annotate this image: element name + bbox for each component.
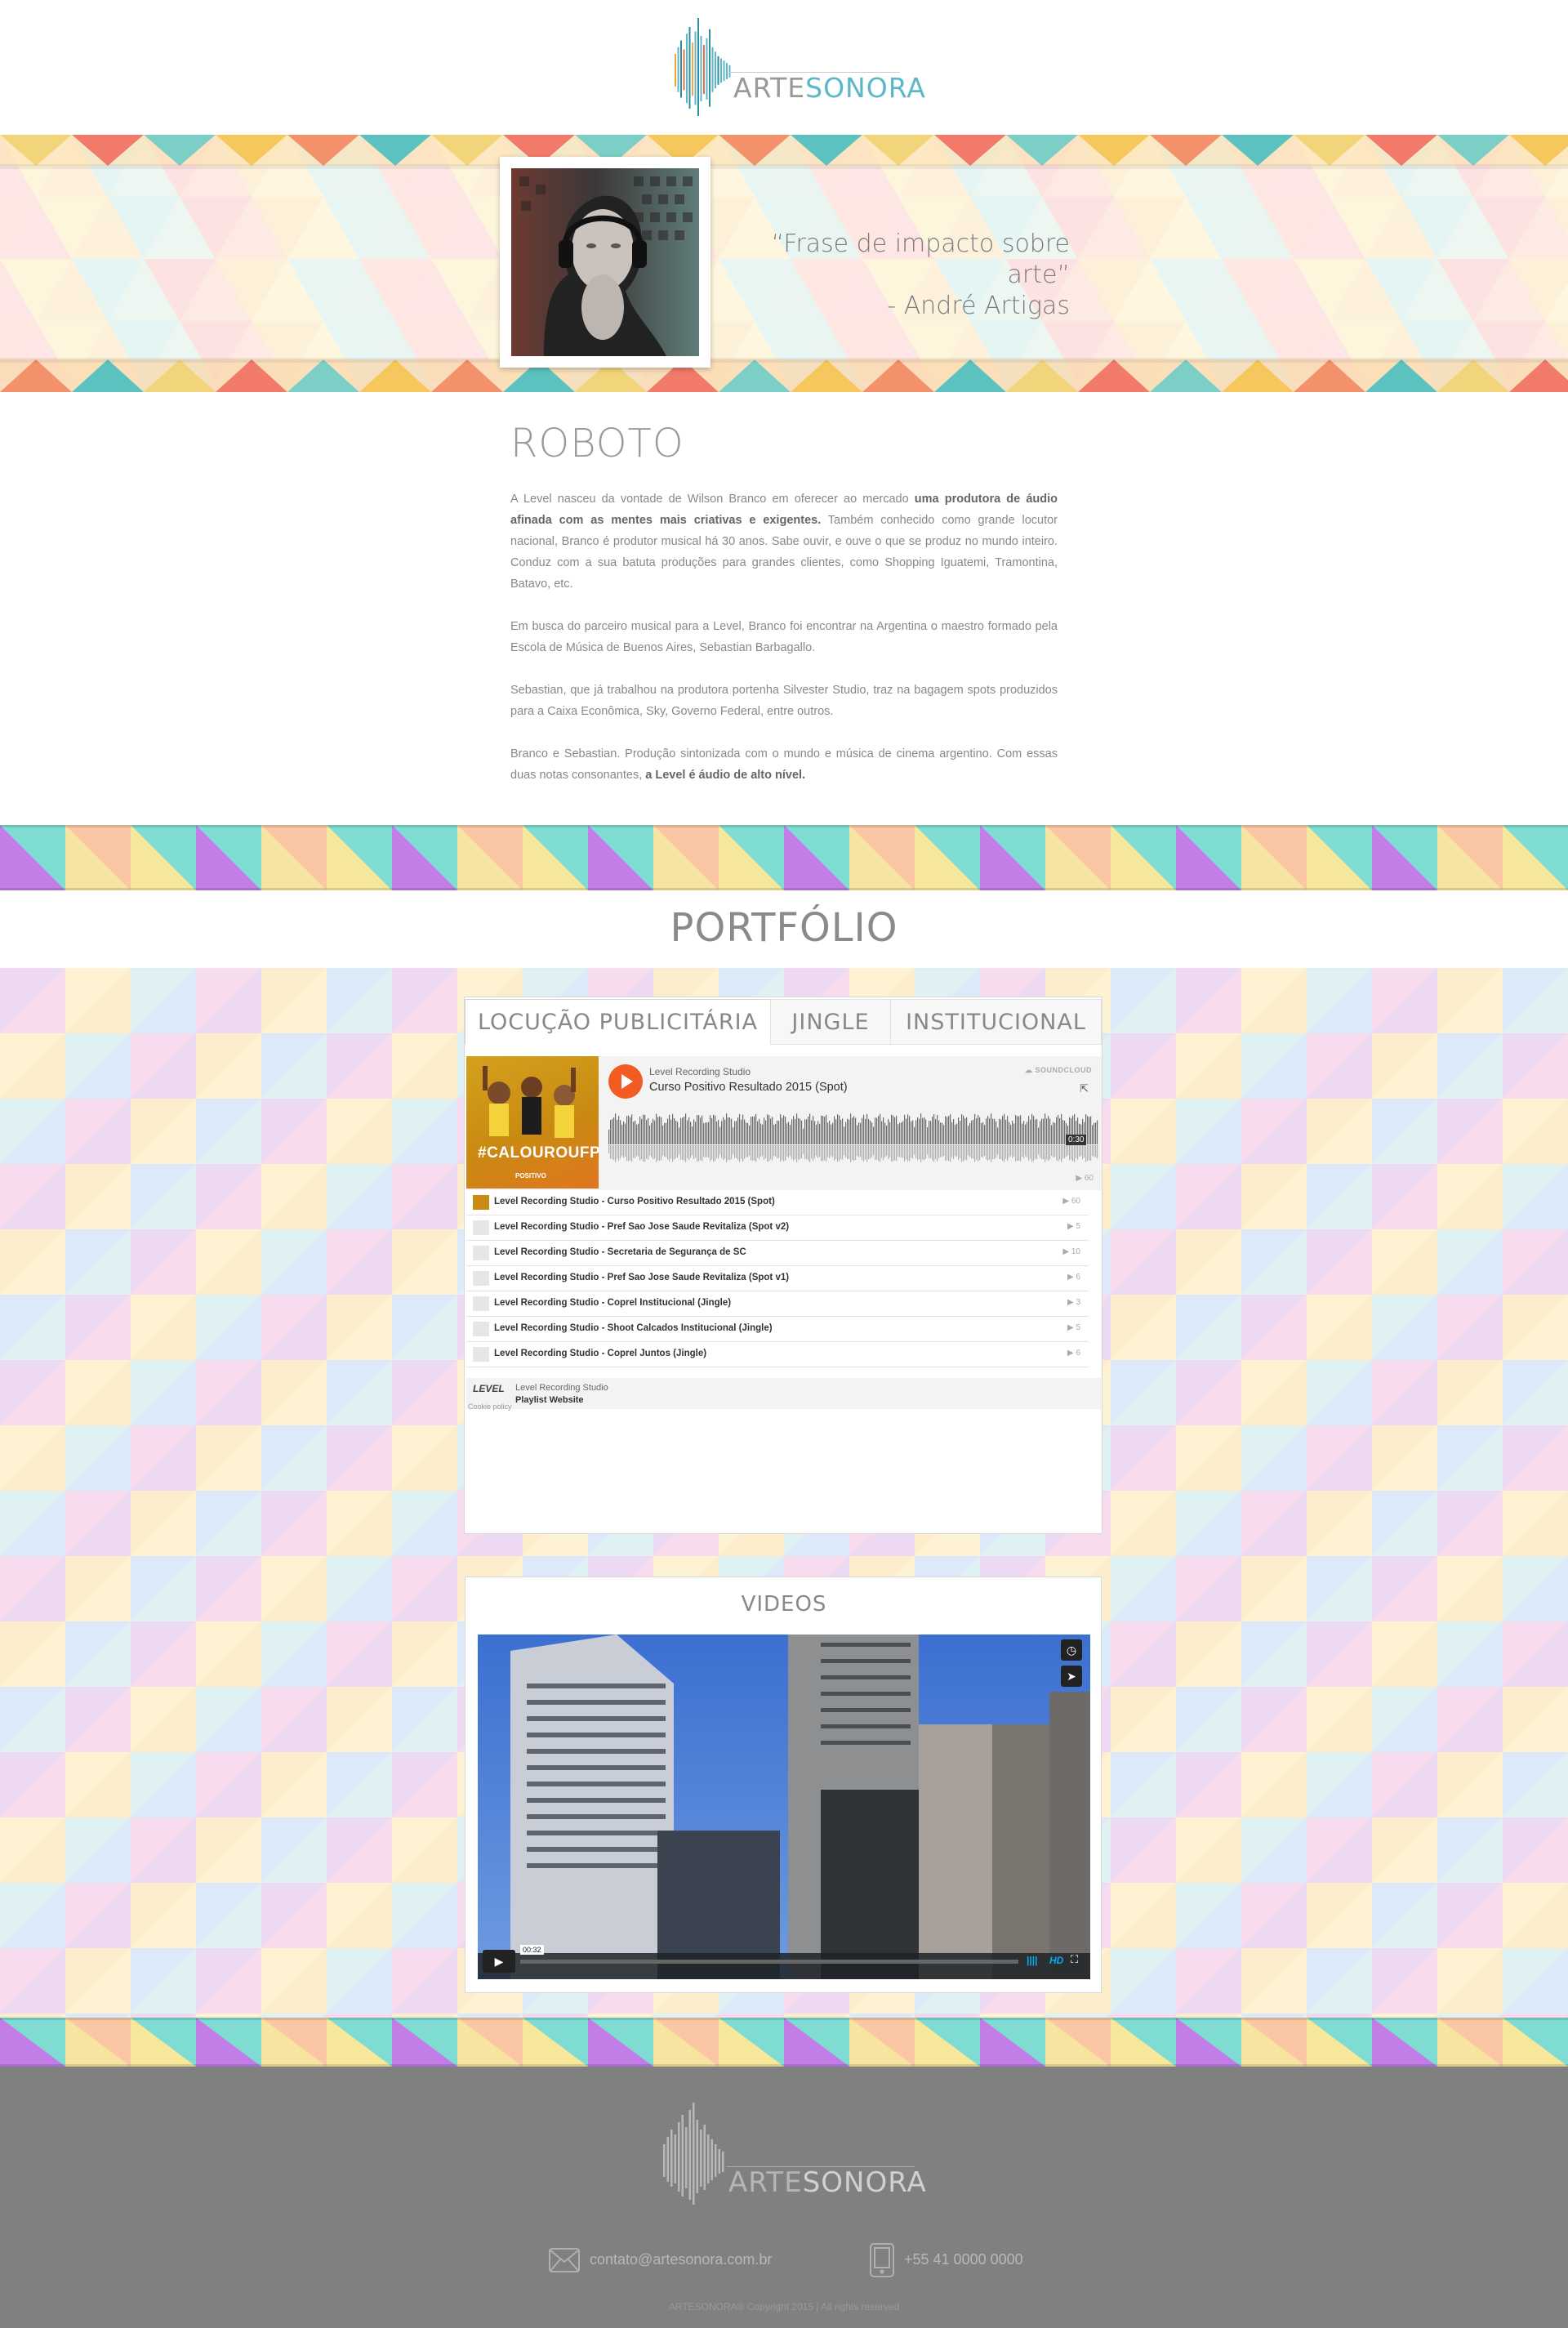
track-duration: 0:30 (1066, 1135, 1087, 1145)
artesonora-logo[interactable]: ARTESONORA (671, 15, 925, 118)
waveform[interactable] (608, 1112, 1098, 1169)
track-thumbnail (473, 1347, 489, 1362)
artwork-hashtag: #CALOUROUFPR (478, 1144, 599, 1162)
track-title[interactable]: Level Recording Studio - Shoot Calcados … (494, 1323, 773, 1333)
hero-quote: “Frase de impacto sobre arte” - André Ar… (719, 229, 1070, 322)
track-title[interactable]: Level Recording Studio - Pref Sao Jose S… (494, 1222, 789, 1232)
quote-text: “Frase de impacto sobre arte” (771, 230, 1070, 289)
track-list: Level Recording Studio - Curso Positivo … (466, 1190, 1102, 1378)
track-play-count: ▶ 6 (1067, 1349, 1080, 1358)
logo-text: ARTESONORA (733, 72, 926, 104)
soundcloud-player: #CALOUROUFPR POSITIVO Level Recording St… (466, 1056, 1102, 1411)
site-footer: ARTESONORA contato@artesonora.com.br +55… (0, 2067, 1568, 2328)
track-row[interactable]: Level Recording Studio - Shoot Calcados … (466, 1317, 1089, 1342)
cookie-policy-link[interactable]: Cookie policy (468, 1403, 512, 1411)
track-play-count: ▶ 5 (1067, 1222, 1080, 1231)
play-button[interactable] (608, 1064, 643, 1099)
artwork-badge: POSITIVO (515, 1172, 546, 1180)
hd-icon[interactable]: HD (1049, 1955, 1063, 1966)
profile-photo-frame (500, 157, 710, 368)
phone-icon (870, 2243, 894, 2277)
track-title[interactable]: Level Recording Studio - Coprel Juntos (… (494, 1349, 706, 1358)
footer-logo-text: ARTESONORA (728, 2166, 927, 2199)
video-play-icon[interactable]: ▶ (483, 1950, 515, 1973)
share-icon[interactable]: ➤ (1061, 1666, 1082, 1687)
video-volume-icon[interactable]: |||| (1027, 1955, 1037, 1966)
footer-artist[interactable]: Level Recording Studio (515, 1383, 608, 1393)
track-title[interactable]: Level Recording Studio - Pref Sao Jose S… (494, 1273, 789, 1282)
track-thumbnail (473, 1296, 489, 1311)
level-logo-icon: LEVEL (473, 1383, 505, 1394)
video-progress-bar[interactable] (520, 1960, 1018, 1964)
track-row[interactable]: Level Recording Studio - Pref Sao Jose S… (466, 1266, 1089, 1291)
about-paragraph-1: A Level nasceu da vontade de Wilson Bran… (510, 493, 1058, 591)
player-track-title[interactable]: Curso Positivo Resultado 2015 (Spot) (649, 1081, 848, 1094)
track-play-count: ▶ 10 (1062, 1247, 1080, 1256)
track-artwork[interactable]: #CALOUROUFPR POSITIVO (466, 1056, 599, 1189)
profile-photo (511, 168, 699, 356)
player-footer: LEVEL Level Recording Studio Playlist We… (466, 1378, 1102, 1411)
portfolio-tabs-panel: LOCUÇÃO PUBLICITÁRIA JINGLE INSTITUCIONA… (464, 997, 1102, 1534)
tab-jingle[interactable]: JINGLE (770, 999, 891, 1045)
player-artist[interactable]: Level Recording Studio (649, 1066, 751, 1077)
track-thumbnail (473, 1322, 489, 1336)
about-title: ROBOTO (510, 421, 684, 466)
track-play-count: ▶ 3 (1067, 1298, 1080, 1307)
footer-phone[interactable]: +55 41 0000 0000 (904, 2251, 1023, 2268)
footer-email[interactable]: contato@artesonora.com.br (590, 2251, 772, 2268)
about-paragraph-4: Branco e Sebastian. Produção sintonizada… (510, 747, 1058, 782)
footer-logo[interactable]: ARTESONORA (660, 2103, 926, 2209)
track-thumbnail (473, 1271, 489, 1286)
videos-title: VIDEOS (741, 1592, 827, 1617)
about-paragraph-2: Em busca do parceiro musical para a Leve… (510, 620, 1058, 654)
videos-panel: VIDEOS ◷ ➤ ▶ 00:32 |||| HD ⛶ (465, 1577, 1102, 1993)
track-row[interactable]: Level Recording Studio - Pref Sao Jose S… (466, 1215, 1089, 1241)
quote-author: - André Artigas (887, 292, 1070, 320)
copyright: ARTESONORA® Copyright 2015 | All rights … (668, 2301, 900, 2312)
track-play-count: ▶ 5 (1067, 1323, 1080, 1332)
track-play-count: ▶ 6 (1067, 1273, 1080, 1282)
bottom-divider-pattern (0, 2018, 1568, 2067)
fullscreen-icon[interactable]: ⛶ (1071, 1953, 1078, 1966)
track-row[interactable]: Level Recording Studio - Coprel Juntos (… (466, 1342, 1089, 1367)
soundcloud-brand[interactable]: ☁ SOUNDCLOUD (1025, 1066, 1092, 1075)
track-thumbnail (473, 1220, 489, 1235)
track-thumbnail (473, 1246, 489, 1260)
track-title[interactable]: Level Recording Studio - Secretaria de S… (494, 1247, 746, 1257)
soundwave-logo-icon (675, 18, 731, 116)
divider-pattern (0, 825, 1568, 890)
play-count: ▶ 60 (1076, 1174, 1094, 1183)
share-icon[interactable]: ⇱ (1080, 1082, 1089, 1095)
site-header: ARTESONORA (0, 0, 1568, 135)
portfolio-title: PORTFÓLIO (670, 905, 898, 951)
email-icon (549, 2248, 580, 2272)
track-row[interactable]: Level Recording Studio - Coprel Instituc… (466, 1291, 1089, 1317)
footer-soundwave-icon (663, 2103, 724, 2205)
track-title[interactable]: Level Recording Studio - Curso Positivo … (494, 1197, 775, 1206)
watch-later-icon[interactable]: ◷ (1061, 1639, 1082, 1661)
video-time: 00:32 (520, 1945, 544, 1955)
tab-institucional[interactable]: INSTITUCIONAL (890, 999, 1102, 1045)
track-title[interactable]: Level Recording Studio - Coprel Instituc… (494, 1298, 731, 1308)
tab-locucao-publicitaria[interactable]: LOCUÇÃO PUBLICITÁRIA (465, 999, 771, 1045)
about-paragraph-3: Sebastian, que já trabalhou na produtora… (510, 684, 1058, 718)
track-thumbnail (473, 1195, 489, 1210)
track-row[interactable]: Level Recording Studio - Curso Positivo … (466, 1190, 1089, 1215)
video-player[interactable]: ◷ ➤ ▶ 00:32 |||| HD ⛶ (478, 1635, 1090, 1979)
footer-playlist[interactable]: Playlist Website (515, 1395, 584, 1405)
track-play-count: ▶ 60 (1062, 1197, 1080, 1206)
track-row[interactable]: Level Recording Studio - Secretaria de S… (466, 1241, 1089, 1266)
